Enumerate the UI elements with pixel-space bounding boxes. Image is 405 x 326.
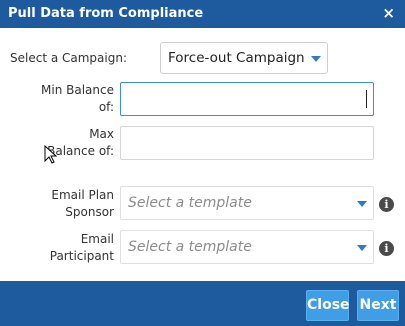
max-balance-input[interactable] (120, 126, 374, 160)
campaign-label: Select a Campaign: (10, 51, 127, 65)
email-participant-label-line2: Participant (49, 249, 114, 263)
chevron-down-icon (357, 245, 367, 251)
mouse-pointer-icon (44, 145, 58, 164)
chevron-down-icon (311, 56, 321, 62)
email-plan-sponsor-select[interactable]: Select a template (120, 186, 374, 220)
dialog-title: Pull Data from Compliance (8, 6, 204, 21)
info-icon[interactable]: i (379, 241, 394, 256)
email-plan-sponsor-label-line1: Email Plan (51, 188, 114, 202)
email-plan-sponsor-placeholder: Select a template (128, 195, 252, 211)
close-icon[interactable]: × (382, 4, 395, 22)
email-participant-label-line1: Email (80, 232, 114, 246)
email-plan-sponsor-label-line2: Sponsor (65, 205, 114, 219)
email-participant-select[interactable]: Select a template (120, 230, 374, 264)
max-balance-label-line1: Max (89, 127, 114, 141)
min-balance-label: Min Balance of: (41, 82, 114, 116)
dialog-titlebar: Pull Data from Compliance × (0, 0, 405, 28)
min-balance-label-line1: Min Balance (41, 83, 114, 97)
email-plan-sponsor-label: Email Plan Sponsor (51, 187, 114, 221)
campaign-select-value: Force-out Campaign (168, 50, 305, 66)
campaign-select[interactable]: Force-out Campaign (160, 42, 328, 74)
text-cursor (366, 90, 367, 108)
dialog-footer: Close Next (0, 281, 405, 326)
email-participant-label: Email Participant (50, 231, 114, 265)
info-icon[interactable]: i (379, 197, 394, 212)
close-button[interactable]: Close (306, 290, 350, 321)
pull-data-dialog: Pull Data from Compliance × Select a Cam… (0, 0, 405, 326)
min-balance-label-line2: of: (98, 100, 114, 114)
chevron-down-icon (357, 201, 367, 207)
next-button[interactable]: Next (357, 290, 399, 321)
min-balance-input[interactable] (120, 82, 374, 116)
email-participant-placeholder: Select a template (128, 239, 252, 255)
